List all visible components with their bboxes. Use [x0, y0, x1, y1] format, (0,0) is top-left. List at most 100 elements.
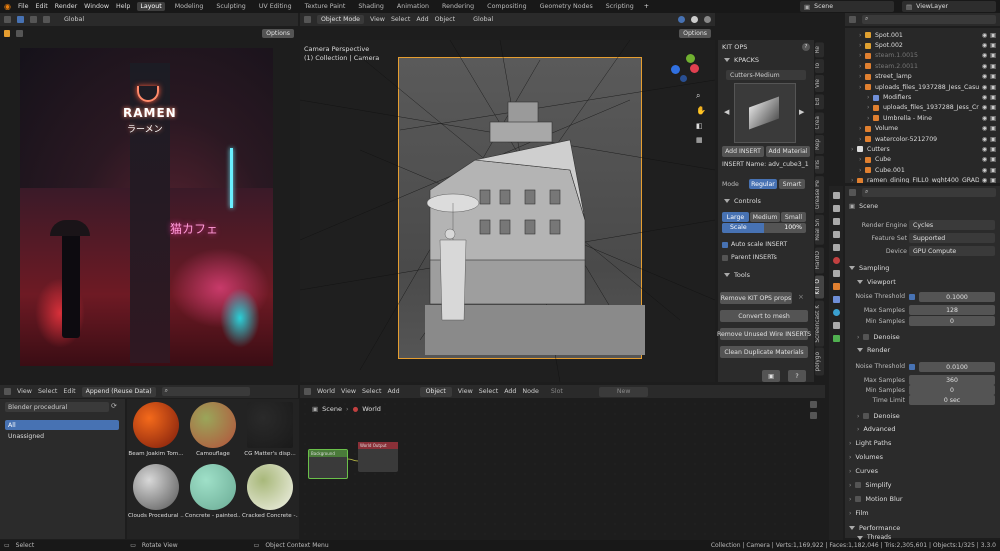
performance-header[interactable]: Performance: [849, 524, 900, 532]
outliner-row[interactable]: › Spot.001 ◉ ▣: [845, 30, 1000, 40]
kpack-dropdown[interactable]: Cutters-Medium: [726, 70, 806, 80]
kpacks-chevron-icon[interactable]: [724, 58, 730, 62]
orientation-dropdown[interactable]: Global: [64, 16, 84, 23]
asset-tile[interactable]: Cracked Concrete -...: [242, 464, 298, 524]
catalog-unassigned[interactable]: Unassigned: [8, 433, 44, 440]
cursor-tool-icon[interactable]: [4, 30, 10, 37]
render-camera-icon[interactable]: ▣: [990, 84, 996, 91]
view-layer-tab-icon[interactable]: [832, 231, 840, 238]
visibility-eye-icon[interactable]: ◉: [982, 32, 987, 39]
world-select[interactable]: World: [317, 388, 335, 395]
tab-texture-paint[interactable]: Texture Paint: [302, 2, 349, 11]
collection-tab-icon[interactable]: [832, 270, 840, 277]
render-noise-checkbox[interactable]: [909, 364, 915, 370]
outliner-search-icon[interactable]: ⌕: [862, 15, 996, 24]
import-mode-dropdown[interactable]: Append (Reuse Data): [81, 386, 156, 397]
node-menu-select-a[interactable]: Select: [362, 388, 381, 395]
modifier-tab-icon[interactable]: [832, 296, 840, 303]
pan-hand-icon[interactable]: ✋: [696, 106, 706, 115]
asset-menu-select[interactable]: Select: [38, 388, 57, 395]
tab-geometry-nodes[interactable]: Geometry Nodes: [537, 2, 596, 11]
render-engine-dropdown[interactable]: Cycles: [909, 220, 995, 230]
zoom-icon[interactable]: ⌕: [696, 91, 700, 101]
tab-polygon[interactable]: polygo: [815, 348, 824, 376]
menu-render[interactable]: Render: [55, 3, 77, 10]
outliner-row[interactable]: › uploads_files_1937288_Jess_Casua ◉ ▣: [845, 82, 1000, 92]
scene-selector[interactable]: ▣ Scene: [800, 1, 894, 12]
volumes-header[interactable]: › Volumes: [849, 453, 883, 461]
tab-layout[interactable]: Layout: [137, 2, 165, 11]
navigation-gizmo[interactable]: [668, 52, 702, 86]
visibility-eye-icon[interactable]: ◉: [982, 52, 987, 59]
node-menu-select[interactable]: Select: [479, 388, 498, 395]
outliner-type-icon[interactable]: [849, 16, 856, 23]
gizmo-x-icon[interactable]: [690, 64, 699, 73]
advanced-header[interactable]: › Advanced: [857, 425, 896, 433]
perspective-icon[interactable]: ▦: [696, 136, 703, 144]
menu-help[interactable]: Help: [116, 3, 130, 10]
render-camera-icon[interactable]: ▣: [990, 52, 996, 59]
tab-rendering[interactable]: Rendering: [439, 2, 477, 11]
gizmo-y-icon[interactable]: [686, 54, 695, 63]
outliner-row[interactable]: › Spot.002 ◉ ▣: [845, 40, 1000, 50]
outliner-row[interactable]: › Cutters ◉ ▣: [845, 144, 1000, 154]
visibility-eye-icon[interactable]: ◉: [982, 156, 987, 163]
close-icon[interactable]: ×: [798, 293, 804, 301]
blender-logo-icon[interactable]: ◉: [4, 2, 11, 11]
film-header[interactable]: › Film: [849, 509, 869, 517]
outliner-row[interactable]: › Umbrella - Mine ◉ ▣: [845, 113, 1000, 123]
node-menu-view-a[interactable]: View: [341, 388, 356, 395]
tab-to[interactable]: To: [815, 59, 824, 74]
scene-tab-icon[interactable]: [832, 244, 840, 251]
parent-inserts-checkbox[interactable]: [722, 254, 728, 261]
visibility-eye-icon[interactable]: ◉: [982, 177, 987, 183]
render-camera-icon[interactable]: ▣: [990, 167, 996, 174]
viewport-min-field[interactable]: 0: [909, 316, 995, 326]
mode-regular-button[interactable]: Regular: [749, 179, 777, 189]
visibility-eye-icon[interactable]: ◉: [982, 125, 987, 132]
viewport-menu-select[interactable]: Select: [391, 16, 410, 23]
editor-type-icon[interactable]: [4, 16, 11, 23]
outliner-row[interactable]: › watercolor-5212709 ◉ ▣: [845, 134, 1000, 144]
asset-tile[interactable]: Concrete - painted...: [185, 464, 241, 524]
render-camera-icon[interactable]: ▣: [990, 146, 996, 153]
asset-search-icon[interactable]: ⌕: [161, 387, 250, 396]
render-noise-field[interactable]: 0.0100: [919, 362, 995, 372]
tab-modeling[interactable]: Modeling: [172, 2, 207, 11]
tab-create[interactable]: Crea: [815, 111, 824, 134]
tab-shading[interactable]: Shading: [355, 2, 387, 11]
tab-edit[interactable]: Ed: [815, 94, 824, 110]
viewport-noise-checkbox[interactable]: [909, 294, 915, 300]
convert-to-mesh-button[interactable]: Convert to mesh: [720, 310, 808, 322]
auto-scale-checkbox[interactable]: [722, 241, 728, 248]
outliner-row[interactable]: › Cube ◉ ▣: [845, 155, 1000, 165]
viewport-noise-field[interactable]: 0.1000: [919, 292, 995, 302]
render-subpanel-header[interactable]: Render: [857, 346, 890, 354]
visibility-eye-icon[interactable]: ◉: [982, 42, 987, 49]
new-material-button[interactable]: New: [598, 386, 649, 397]
visibility-eye-icon[interactable]: ◉: [982, 84, 987, 91]
outliner-row[interactable]: › ramen_dining_FILL0_wght400_GRAD0 ◉ ▣: [845, 175, 1000, 183]
size-large-button[interactable]: Large: [722, 212, 749, 222]
viewlayer-selector[interactable]: ▤ ViewLayer: [902, 1, 996, 12]
sampling-panel-header[interactable]: Sampling: [849, 264, 889, 272]
tab-screencast-keys[interactable]: Screencast K: [815, 300, 824, 347]
left-options-button[interactable]: Options: [262, 29, 294, 38]
node-editor-canvas[interactable]: ▣ Scene › ● World Background World Outpu…: [300, 399, 825, 539]
light-paths-header[interactable]: › Light Paths: [849, 439, 891, 447]
next-insert-icon[interactable]: ▶: [799, 108, 804, 116]
render-camera-icon[interactable]: ▣: [990, 32, 996, 39]
render-camera-icon[interactable]: ▣: [990, 177, 996, 183]
viewport-menu-view[interactable]: View: [370, 16, 385, 23]
visibility-eye-icon[interactable]: ◉: [982, 146, 987, 153]
viewport-options-button[interactable]: Options: [679, 29, 711, 38]
viewport-menu-object[interactable]: Object: [435, 16, 456, 23]
gizmo-z-icon[interactable]: [671, 65, 680, 74]
object-select-dropdown[interactable]: Object: [419, 386, 452, 397]
outliner-row[interactable]: › steam.2.0011 ◉ ▣: [845, 61, 1000, 71]
scale-slider[interactable]: Scale 100%: [722, 223, 806, 233]
shading-rendered-icon[interactable]: [704, 16, 711, 23]
asset-menu-edit[interactable]: Edit: [63, 388, 75, 395]
select-mode2-icon[interactable]: [43, 16, 50, 23]
visibility-eye-icon[interactable]: ◉: [982, 63, 987, 70]
